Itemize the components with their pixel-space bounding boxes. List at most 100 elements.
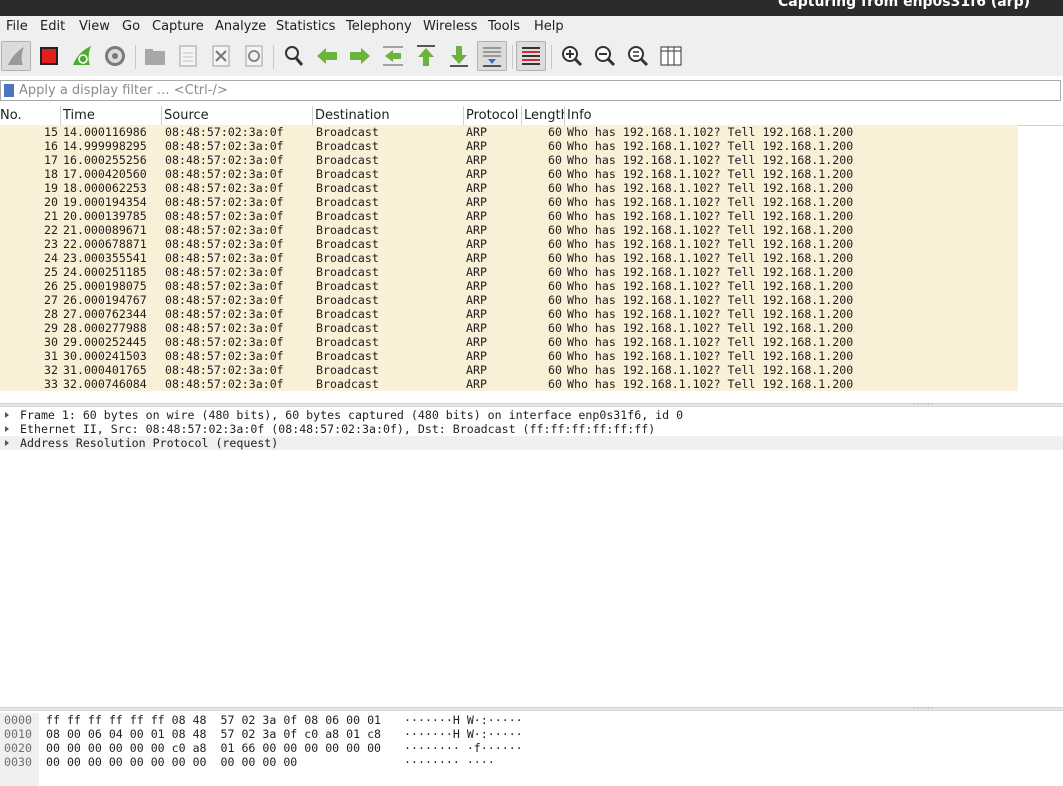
menu-view[interactable]: View [79,19,110,34]
menu-capture[interactable]: Capture [152,19,204,34]
cell-time: 21.000089671 [63,223,147,237]
stop-capture-button[interactable] [34,41,64,71]
cell-destination: Broadcast [316,321,379,335]
table-row[interactable]: 23 22.000678871 08:48:57:02:3a:0f Broadcast… [0,237,1018,251]
menu-help[interactable]: Help [534,19,564,34]
table-row[interactable]: 15 14.000116986 08:48:57:02:3a:0f Broadcast… [0,125,1018,139]
column-length[interactable]: Length [522,106,565,125]
cell-time: 18.000062253 [63,181,147,195]
go-to-packet-button[interactable] [378,41,408,71]
table-row[interactable]: 28 27.000762344 08:48:57:02:3a:0f Broadcast… [0,307,1018,321]
detail-tree-item[interactable]: Ethernet II, Src: 08:48:57:02:3a:0f (08:… [0,422,1063,436]
pane-splitter[interactable]: ······ [0,401,1063,409]
table-row[interactable]: 16 14.999998295 08:48:57:02:3a:0f Broadcast… [0,139,1018,153]
cell-protocol: ARP [466,321,487,335]
pane-splitter[interactable]: ······ [0,705,1063,713]
menu-analyze[interactable]: Analyze [215,19,266,34]
go-first-packet-button[interactable] [411,41,441,71]
table-row[interactable]: 32 31.000401765 08:48:57:02:3a:0f Broadcast… [0,363,1018,377]
column-no[interactable]: No. [0,106,61,125]
cell-protocol: ARP [466,363,487,377]
cell-info: Who has 192.168.1.102? Tell 192.168.1.20… [567,335,854,349]
cell-source: 08:48:57:02:3a:0f [165,307,284,321]
table-row[interactable]: 21 20.000139785 08:48:57:02:3a:0f Broadcast… [0,209,1018,223]
table-row[interactable]: 24 23.000355541 08:48:57:02:3a:0f Broadcast… [0,251,1018,265]
detail-tree-item[interactable]: Address Resolution Protocol (request) [0,436,1063,450]
table-row[interactable]: 17 16.000255256 08:48:57:02:3a:0f Broadcast… [0,153,1018,167]
open-file-button[interactable] [140,41,170,71]
zoom-in-button[interactable] [557,41,587,71]
cell-source: 08:48:57:02:3a:0f [165,293,284,307]
cell-length: 60 [548,293,562,307]
menu-edit[interactable]: Edit [40,19,65,34]
cell-info: Who has 192.168.1.102? Tell 192.168.1.20… [567,237,854,251]
expand-arrow-icon[interactable] [5,440,9,446]
menu-file[interactable]: File [6,19,28,34]
go-forward-button[interactable] [345,41,375,71]
find-packet-button[interactable] [279,41,309,71]
cell-info: Who has 192.168.1.102? Tell 192.168.1.20… [567,363,854,377]
go-last-packet-button[interactable] [444,41,474,71]
table-row[interactable]: 30 29.000252445 08:48:57:02:3a:0f Broadcast… [0,335,1018,349]
cell-protocol: ARP [466,349,487,363]
table-row[interactable]: 27 26.000194767 08:48:57:02:3a:0f Broadcast… [0,293,1018,307]
table-row[interactable]: 20 19.000194354 08:48:57:02:3a:0f Broadcast… [0,195,1018,209]
resize-columns-button[interactable] [656,41,686,71]
cell-destination: Broadcast [316,209,379,223]
expand-arrow-icon[interactable] [5,412,9,418]
normal-size-icon [628,46,649,67]
capture-options-button[interactable] [100,41,130,71]
detail-tree-item[interactable]: Frame 1: 60 bytes on wire (480 bits), 60… [0,408,1063,422]
normal-size-button[interactable] [623,41,653,71]
menu-statistics[interactable]: Statistics [276,19,335,34]
toolbar-separator [551,45,552,69]
autoscroll-button[interactable] [477,41,507,71]
cell-destination: Broadcast [316,307,379,321]
table-row[interactable]: 18 17.000420560 08:48:57:02:3a:0f Broadcast… [0,167,1018,181]
column-source[interactable]: Source [162,106,313,125]
cell-source: 08:48:57:02:3a:0f [165,223,284,237]
restart-capture-button[interactable] [67,41,97,71]
byte-hex: 08 00 06 04 00 01 08 48 57 02 3a 0f c0 a… [46,727,382,741]
column-time[interactable]: Time [61,106,162,125]
table-row[interactable]: 31 30.000241503 08:48:57:02:3a:0f Broadcast… [0,349,1018,363]
cell-source: 08:48:57:02:3a:0f [165,237,284,251]
open-file-icon [145,49,165,65]
table-row[interactable]: 29 28.000277988 08:48:57:02:3a:0f Broadcast… [0,321,1018,335]
table-row[interactable]: 19 18.000062253 08:48:57:02:3a:0f Broadcast… [0,181,1018,195]
cell-time: 19.000194354 [63,195,147,209]
table-row[interactable]: 26 25.000198075 08:48:57:02:3a:0f Broadcast… [0,279,1018,293]
zoom-out-button[interactable] [590,41,620,71]
table-row[interactable]: 25 24.000251185 08:48:57:02:3a:0f Broadcast… [0,265,1018,279]
display-filter-input[interactable] [19,82,1049,99]
save-file-button[interactable] [173,41,203,71]
menu-tools[interactable]: Tools [488,19,520,34]
go-first-packet-icon [417,45,435,66]
filter-bookmark-icon[interactable] [4,84,14,97]
capture-options-icon [105,46,125,66]
cell-time: 25.000198075 [63,279,147,293]
reload-file-button[interactable] [239,41,269,71]
colorize-button[interactable] [516,41,546,71]
cell-destination: Broadcast [316,335,379,349]
save-file-icon [179,45,197,67]
menu-wireless[interactable]: Wireless [423,19,477,34]
table-row[interactable]: 22 21.000089671 08:48:57:02:3a:0f Broadcast… [0,223,1018,237]
byte-ascii: ········ ·f······ [404,741,523,755]
menu-telephony[interactable]: Telephony [346,19,412,34]
column-destination[interactable]: Destination [313,106,464,125]
cell-length: 60 [548,139,562,153]
detail-tree-label: Ethernet II, Src: 08:48:57:02:3a:0f (08:… [20,422,656,436]
column-info[interactable]: Info [565,106,1063,125]
expand-arrow-icon[interactable] [5,426,9,432]
cell-length: 60 [548,349,562,363]
close-file-button[interactable] [206,41,236,71]
column-protocol[interactable]: Protocol [464,106,522,125]
cell-info: Who has 192.168.1.102? Tell 192.168.1.20… [567,181,854,195]
cell-destination: Broadcast [316,223,379,237]
menu-go[interactable]: Go [122,19,140,34]
cell-protocol: ARP [466,209,487,223]
table-row[interactable]: 33 32.000746084 08:48:57:02:3a:0f Broadcast… [0,377,1018,391]
start-capture-button[interactable] [1,41,31,71]
go-back-button[interactable] [312,41,342,71]
